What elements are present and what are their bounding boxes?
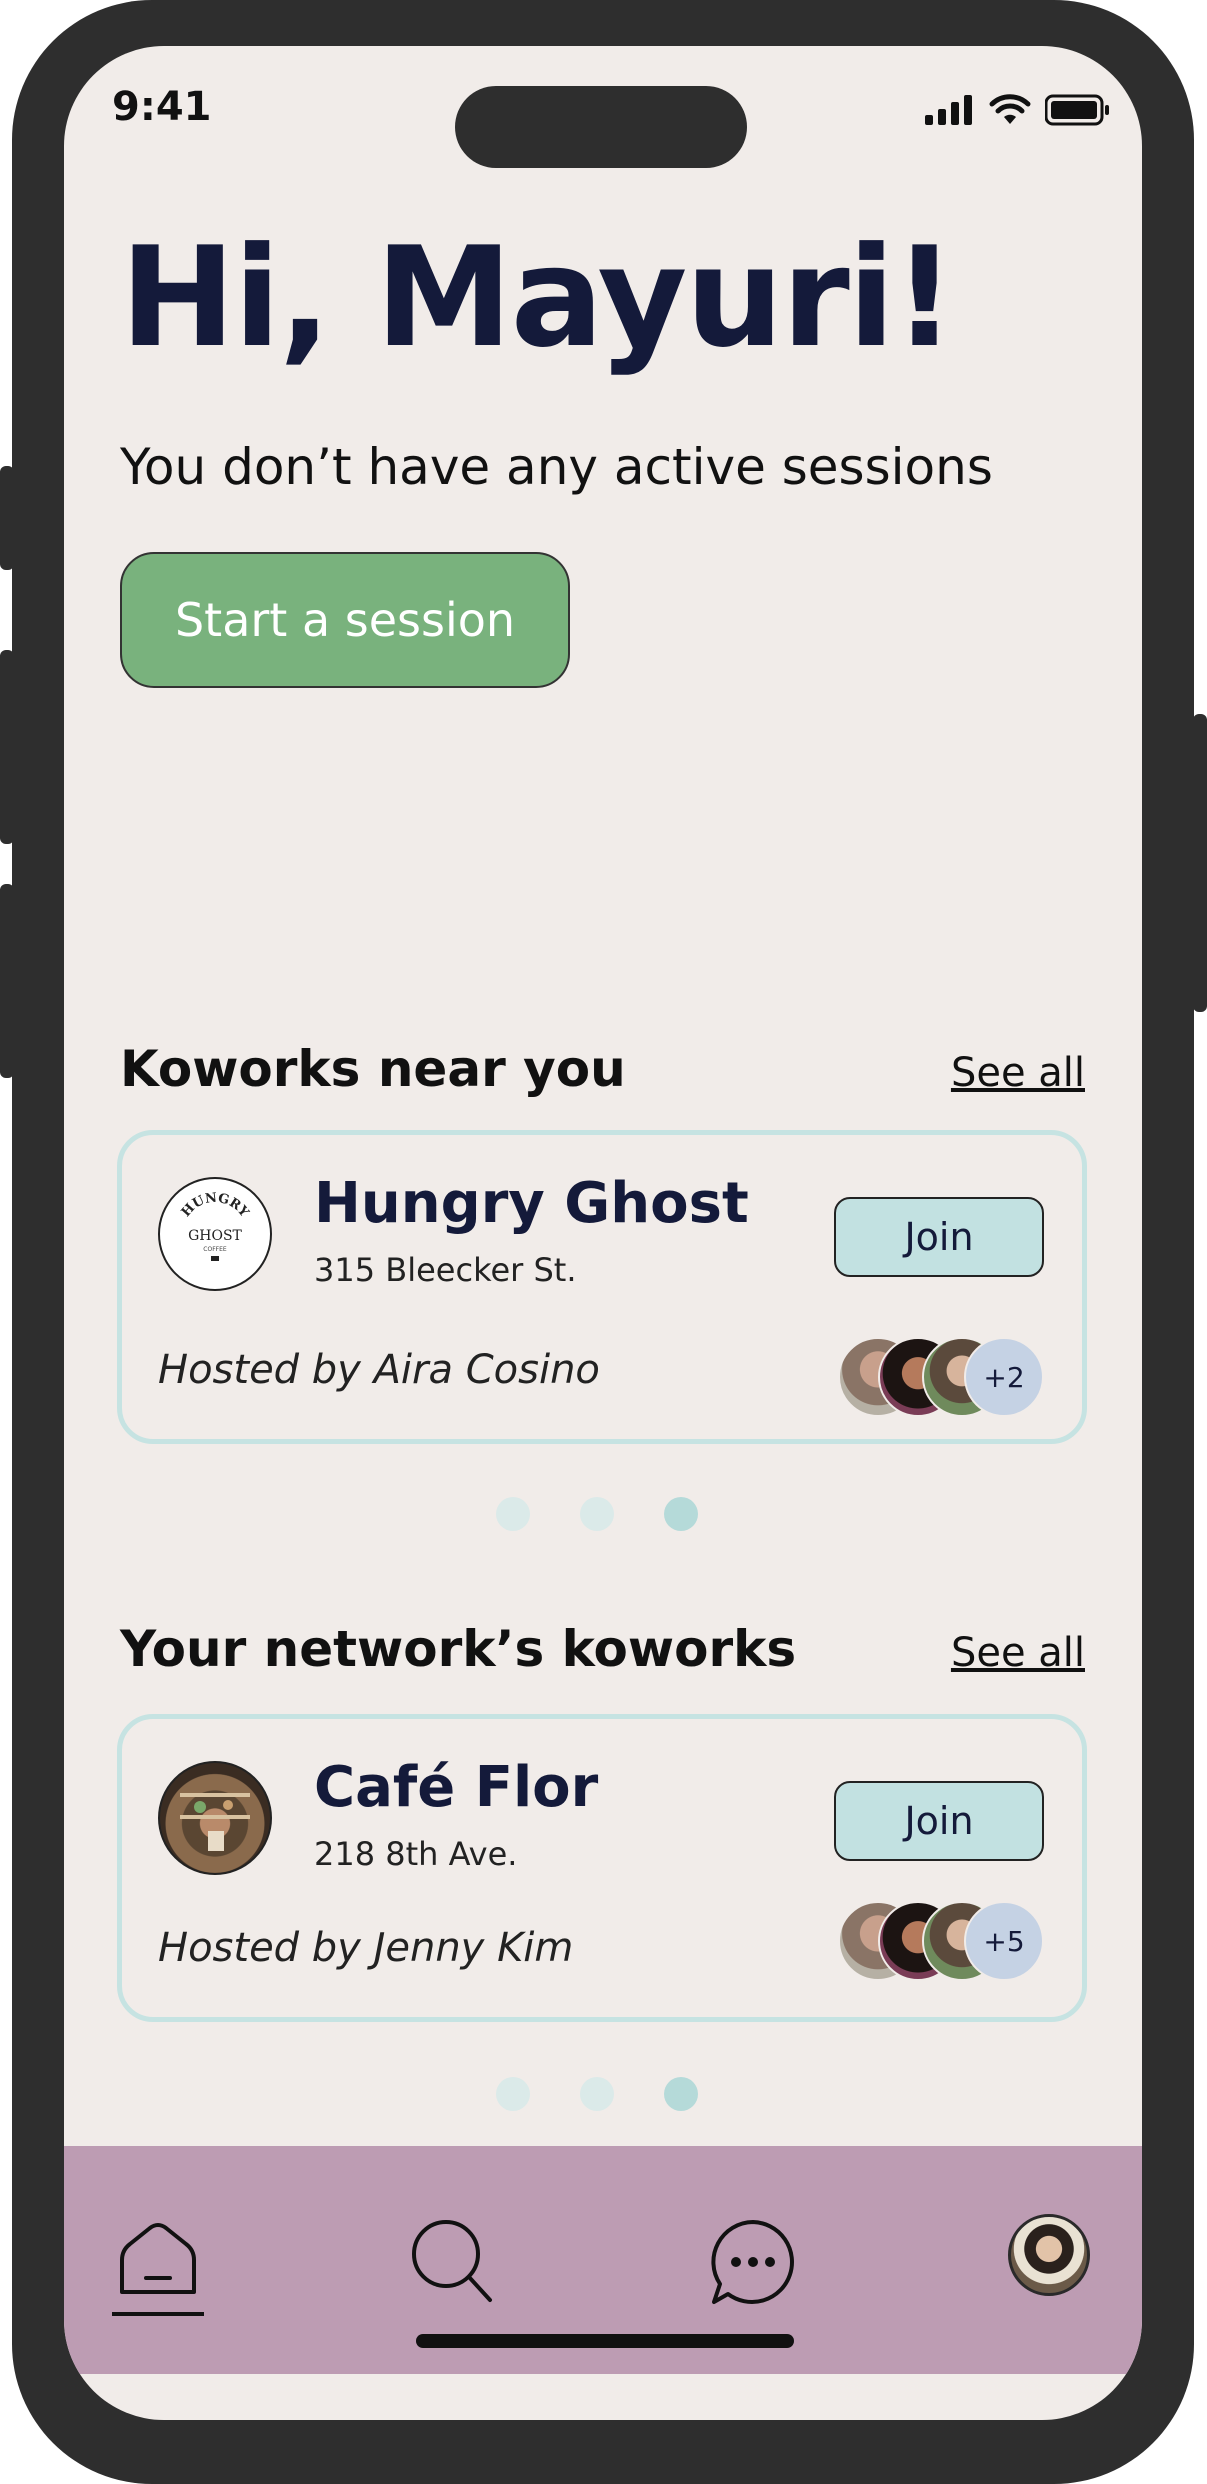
svg-text:HUNGRY: HUNGRY [179,1191,252,1221]
tab-chat[interactable] [706,2216,800,2314]
kowork-card-cafe-flor[interactable]: Café Flor 218 8th Ave. Join Hosted by Je… [117,1714,1087,2022]
home-indicator [416,2334,794,2348]
kowork-name: Café Flor [314,1755,599,1820]
network-see-all-link[interactable]: See all [951,1630,1085,1676]
network-pagination [496,2077,698,2111]
attendee-avatars: +5 [838,1901,1048,1981]
kowork-name: Hungry Ghost [314,1171,749,1236]
signal-icon [925,95,972,125]
network-section-title: Your network’s koworks [120,1620,797,1678]
volume-down-button [0,884,14,1078]
start-session-button[interactable]: Start a session [120,552,570,688]
kowork-address: 315 Bleecker St. [314,1251,577,1289]
nearby-see-all-link[interactable]: See all [951,1050,1085,1096]
greeting-title: Hi, Mayuri! [120,217,956,378]
svg-text:GHOST: GHOST [188,1228,242,1244]
volume-up-button [0,650,14,844]
nearby-pagination [496,1497,698,1531]
chat-icon [711,2220,794,2304]
hungry-ghost-logo: HUNGRY GHOST COFFEE [158,1177,272,1291]
join-button[interactable]: Join [834,1197,1044,1277]
page-dot-active[interactable] [664,2077,698,2111]
hosted-by-text: Hosted by Jenny Kim [158,1925,574,1971]
search-icon [412,2220,492,2302]
mute-switch [0,466,14,570]
page-dot[interactable] [496,2077,530,2111]
battery-icon [1045,94,1109,126]
status-time: 9:41 [112,84,212,130]
page-dot[interactable] [580,2077,614,2111]
power-button [1193,714,1207,1012]
page-dot-active[interactable] [664,1497,698,1531]
hosted-by-text: Hosted by Aira Cosino [158,1347,600,1393]
join-button[interactable]: Join [834,1781,1044,1861]
session-status-text: You don’t have any active sessions [120,438,993,496]
wifi-icon [989,94,1031,124]
status-icons [925,94,1111,126]
profile-avatar [1008,2214,1090,2296]
svg-text:COFFEE: COFFEE [203,1246,227,1253]
kowork-card-hungry-ghost[interactable]: HUNGRY GHOST COFFEE Hungry Ghost 315 Ble… [117,1130,1087,1444]
tab-profile[interactable] [1008,2214,1090,2296]
kowork-address: 218 8th Ave. [314,1835,518,1873]
tab-search[interactable] [406,2216,502,2316]
home-icon [112,2223,204,2316]
extra-attendees-count: +2 [964,1337,1044,1417]
page-dot[interactable] [580,1497,614,1531]
extra-attendees-count: +5 [964,1901,1044,1981]
page-dot[interactable] [496,1497,530,1531]
nearby-section-title: Koworks near you [120,1040,626,1098]
dynamic-island [455,86,747,168]
cafe-flor-photo [158,1761,272,1875]
attendee-avatars: +2 [838,1337,1048,1417]
tab-home[interactable] [108,2216,208,2330]
